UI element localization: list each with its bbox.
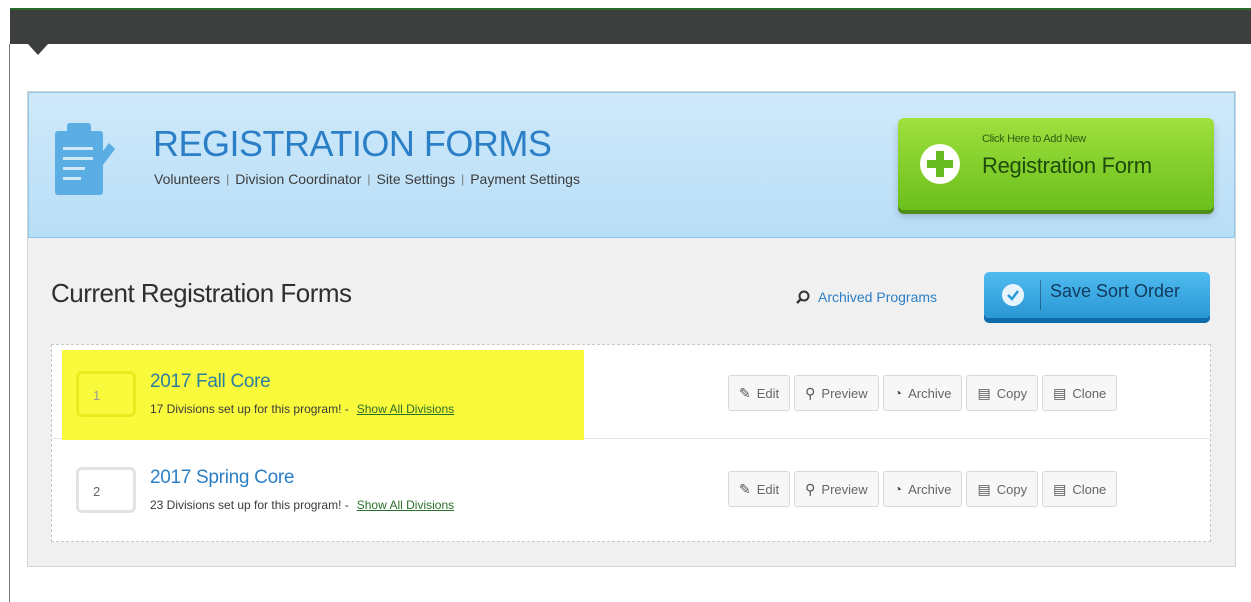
- archive-label: Archive: [908, 385, 952, 401]
- top-bar: [10, 8, 1251, 44]
- program-subtitle: 23 Divisions set up for this program! - …: [150, 498, 454, 512]
- search-icon: ⚲: [805, 480, 816, 497]
- edit-button[interactable]: ✎ Edit: [728, 471, 791, 507]
- show-all-divisions-link[interactable]: Show All Divisions: [357, 402, 454, 416]
- show-all-divisions-link[interactable]: Show All Divisions: [357, 498, 454, 512]
- registration-panel: REGISTRATION FORMS Volunteers | Division…: [27, 91, 1236, 567]
- sort-order-input[interactable]: 1: [76, 371, 136, 417]
- program-row: 2 2017 Spring Core 23 Divisions set up f…: [52, 441, 1210, 535]
- pencil-icon: ✎: [739, 384, 751, 401]
- row-highlight: [62, 350, 584, 440]
- page-title: REGISTRATION FORMS: [153, 123, 552, 164]
- add-registration-form-button[interactable]: Click Here to Add New Registration Form: [898, 118, 1214, 210]
- archive-icon: ◔: [893, 385, 903, 401]
- add-button-label: Registration Form: [982, 153, 1152, 178]
- clipboard-icon: [55, 123, 115, 195]
- copy-label: Copy: [996, 385, 1028, 401]
- archive-label: Archive: [908, 481, 952, 497]
- division-count-text: 23 Divisions set up for this program! -: [150, 498, 349, 512]
- nav-separator: |: [461, 172, 465, 186]
- row-actions: ✎ Edit ⚲ Preview ◔ Archive ▤ Copy ▤ Clone: [728, 471, 1118, 507]
- clone-icon: ▤: [1053, 384, 1067, 401]
- program-subtitle: 17 Divisions set up for this program! - …: [150, 402, 454, 416]
- program-title[interactable]: 2017 Fall Core: [150, 371, 271, 393]
- header-nav: Volunteers | Division Coordinator | Site…: [154, 171, 580, 187]
- program-list: 1 2017 Fall Core 17 Divisions set up for…: [51, 344, 1211, 542]
- clone-label: Clone: [1072, 481, 1107, 497]
- copy-button[interactable]: ▤ Copy: [966, 471, 1039, 507]
- program-title[interactable]: 2017 Spring Core: [150, 467, 294, 489]
- archived-programs-label: Archived Programs: [818, 289, 938, 305]
- clone-button[interactable]: ▤ Clone: [1042, 471, 1118, 507]
- preview-button[interactable]: ⚲ Preview: [794, 375, 879, 411]
- preview-button[interactable]: ⚲ Preview: [794, 471, 879, 507]
- edit-label: Edit: [756, 385, 780, 401]
- clone-button[interactable]: ▤ Clone: [1042, 375, 1118, 411]
- nav-site-settings[interactable]: Site Settings: [376, 171, 455, 187]
- preview-label: Preview: [821, 385, 868, 401]
- section-title: Current Registration Forms: [51, 278, 352, 308]
- copy-label: Copy: [996, 481, 1028, 497]
- archive-button[interactable]: ◔ Archive: [882, 375, 963, 411]
- sort-order-input[interactable]: 2: [76, 467, 136, 513]
- copy-icon: ▤: [977, 480, 991, 497]
- left-divider: [9, 44, 10, 602]
- nav-volunteers[interactable]: Volunteers: [154, 171, 220, 187]
- clone-label: Clone: [1072, 385, 1107, 401]
- nav-separator: |: [226, 172, 230, 186]
- panel-header: REGISTRATION FORMS Volunteers | Division…: [28, 92, 1235, 238]
- search-icon: ⚲: [805, 384, 816, 401]
- save-sort-order-label: Save Sort Order: [1050, 281, 1181, 301]
- nav-payment-settings[interactable]: Payment Settings: [470, 171, 580, 187]
- check-icon: [1002, 284, 1024, 306]
- plus-icon: [920, 144, 960, 184]
- copy-button[interactable]: ▤ Copy: [966, 375, 1039, 411]
- program-row: 1 2017 Fall Core 17 Divisions set up for…: [52, 345, 1210, 440]
- add-button-hint: Click Here to Add New: [982, 133, 1086, 145]
- row-actions: ✎ Edit ⚲ Preview ◔ Archive ▤ Copy ▤ Clone: [728, 375, 1118, 411]
- preview-label: Preview: [821, 481, 868, 497]
- archive-button[interactable]: ◔ Archive: [882, 471, 963, 507]
- pencil-icon: ✎: [739, 480, 751, 497]
- division-count-text: 17 Divisions set up for this program! -: [150, 402, 349, 416]
- nav-separator: |: [367, 172, 371, 186]
- top-bar-notch: [28, 44, 48, 55]
- copy-icon: ▤: [977, 384, 991, 401]
- archive-icon: ◔: [893, 481, 903, 497]
- clone-icon: ▤: [1053, 480, 1067, 497]
- edit-label: Edit: [756, 481, 780, 497]
- search-icon: [796, 290, 810, 304]
- save-sort-order-button[interactable]: Save Sort Order: [984, 272, 1210, 318]
- nav-division-coordinator[interactable]: Division Coordinator: [235, 171, 361, 187]
- archived-programs-link[interactable]: Archived Programs: [796, 289, 937, 305]
- edit-button[interactable]: ✎ Edit: [728, 375, 791, 411]
- button-divider: [1040, 280, 1041, 310]
